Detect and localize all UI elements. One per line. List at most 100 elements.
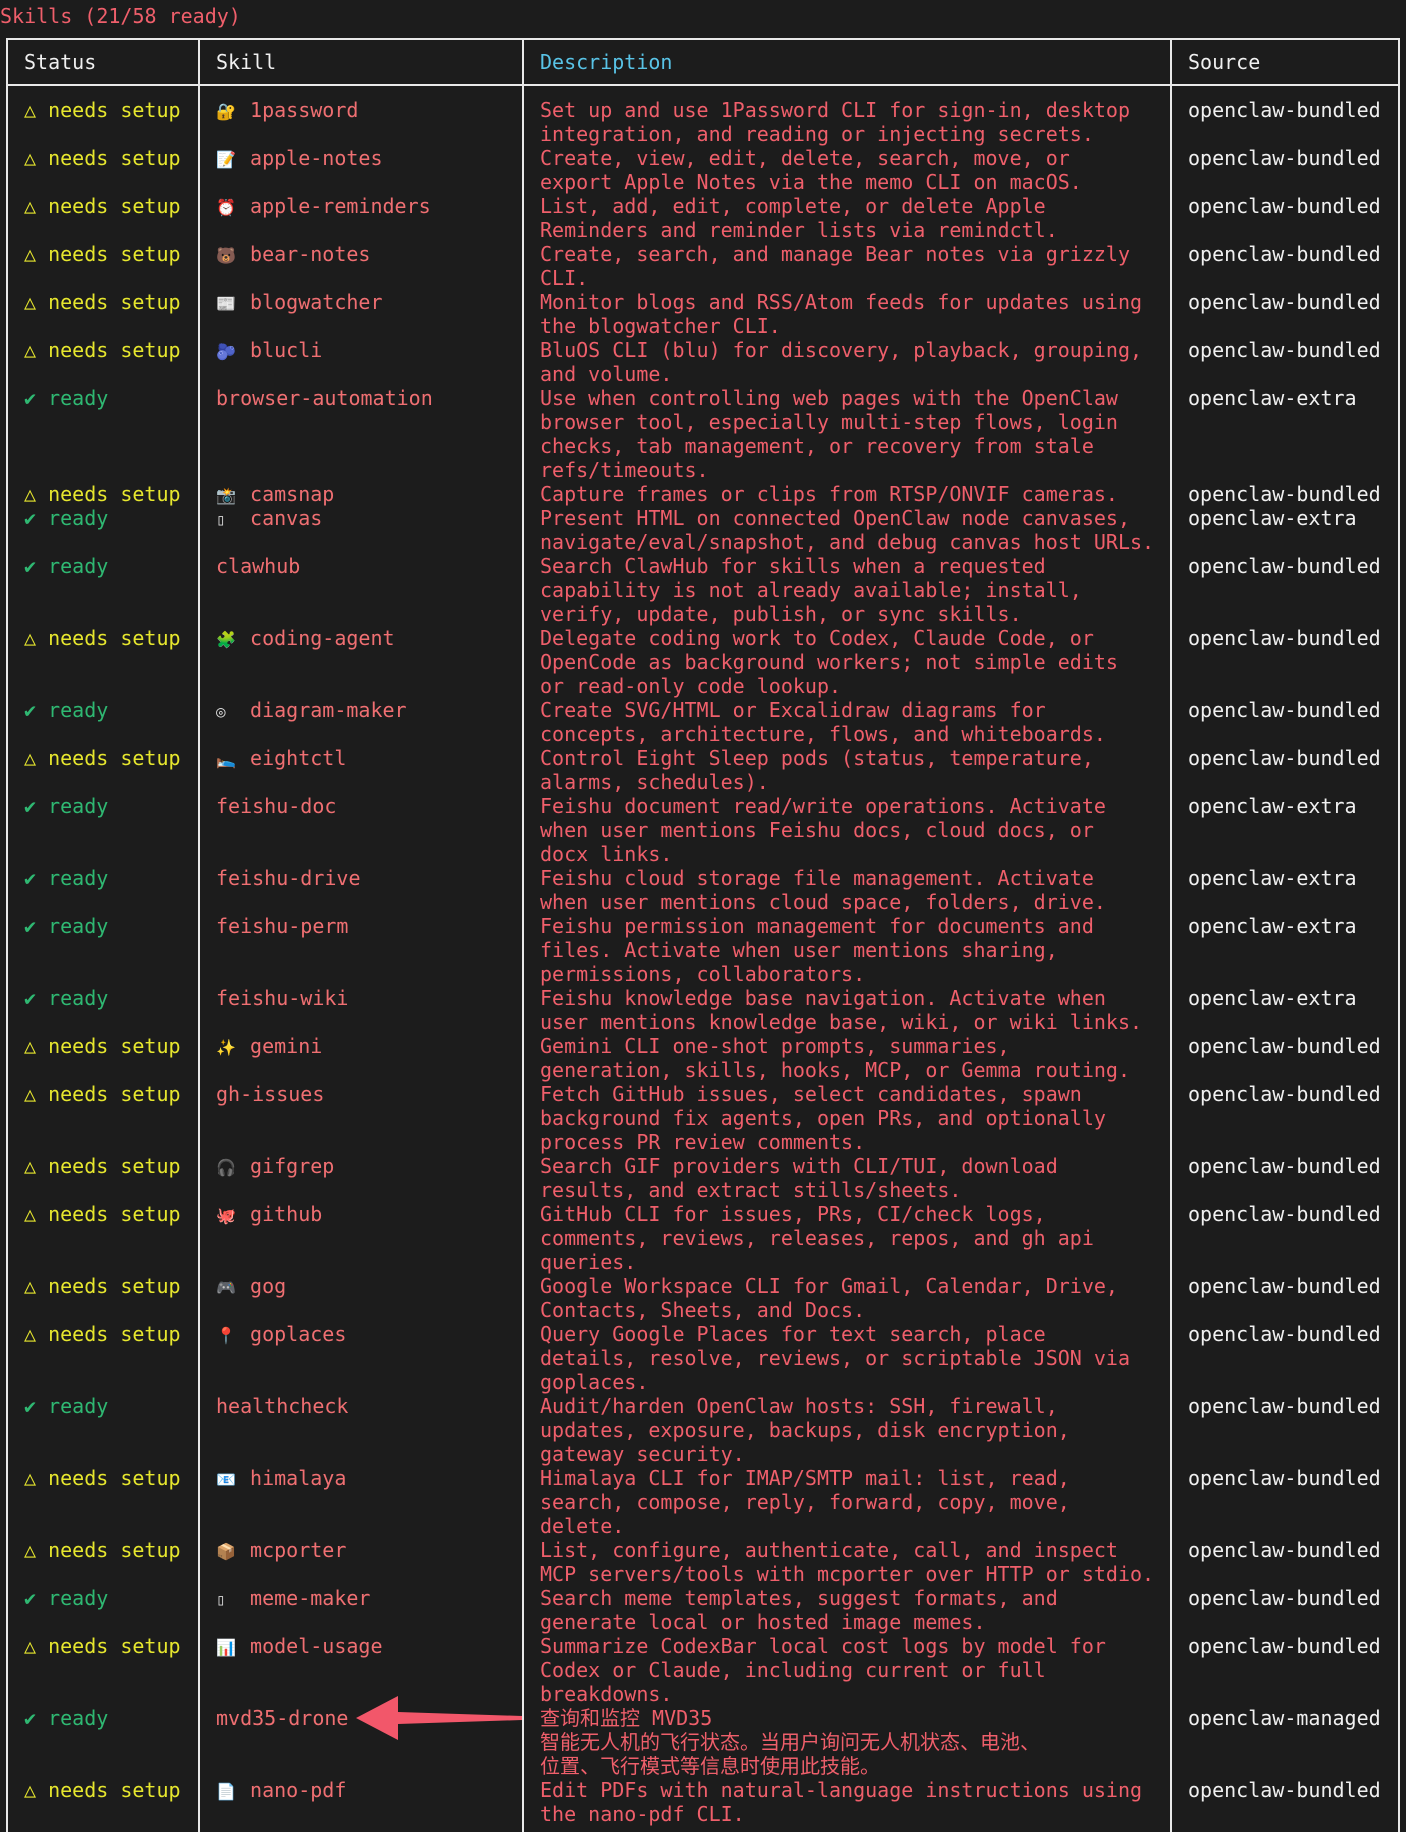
header-status[interactable]: Status [24, 50, 96, 74]
skill-name-cell[interactable]: 📍 goplaces [216, 1322, 346, 1348]
gamepad-icon: 🎮 [216, 1278, 236, 1297]
skill-description: Create, search, and manage Bear notes vi… [540, 242, 1131, 290]
skill-name: feishu-drive [216, 866, 361, 890]
skill-source: openclaw-extra [1188, 986, 1357, 1010]
skill-name-cell[interactable]: 🫐 blucli [216, 338, 322, 364]
skill-name: apple-notes [250, 146, 383, 170]
skill-name: canvas [250, 506, 323, 530]
target-icon: ◎ [216, 702, 226, 721]
col-divider-2 [522, 38, 524, 1832]
skill-source: openclaw-extra [1188, 506, 1357, 530]
skill-source: openclaw-extra [1188, 914, 1357, 938]
document-icon: 📄 [216, 1782, 236, 1801]
status-badge: △ needs setup [24, 146, 181, 170]
skill-name: gemini [250, 1034, 323, 1058]
skill-name-cell[interactable]: gh-issues [216, 1082, 324, 1106]
skill-name: nano-pdf [250, 1778, 347, 1802]
skill-description: BluOS CLI (blu) for discovery, playback,… [540, 338, 1143, 386]
skill-name-cell[interactable]: ⏰ apple-reminders [216, 194, 431, 220]
skill-source: openclaw-bundled [1188, 1586, 1381, 1610]
skill-name: feishu-perm [216, 914, 349, 938]
skill-description: GitHub CLI for issues, PRs, CI/check log… [540, 1202, 1094, 1274]
skill-description: Create SVG/HTML or Excalidraw diagrams f… [540, 698, 1106, 746]
blueberries-icon: 🫐 [216, 342, 236, 361]
status-badge: △ needs setup [24, 1154, 181, 1178]
skill-source: openclaw-bundled [1188, 242, 1381, 266]
skill-name-cell[interactable]: ▯ canvas [216, 506, 322, 532]
col-edge-right [1398, 86, 1400, 1832]
skill-source: openclaw-bundled [1188, 746, 1381, 770]
skill-description: Feishu knowledge base navigation. Activa… [540, 986, 1143, 1034]
skill-name-cell[interactable]: ▯ meme-maker [216, 1586, 370, 1612]
header-source[interactable]: Source [1188, 50, 1260, 74]
alarm-clock-icon: ⏰ [216, 198, 236, 217]
skill-name-cell[interactable]: 📄 nano-pdf [216, 1778, 346, 1804]
skill-name-cell[interactable]: healthcheck [216, 1394, 348, 1418]
skill-name: browser-automation [216, 386, 433, 410]
status-badge: △ needs setup [24, 1778, 181, 1802]
skill-source: openclaw-extra [1188, 794, 1357, 818]
skill-description: Control Eight Sleep pods (status, temper… [540, 746, 1094, 794]
octopus-icon: 🐙 [216, 1206, 236, 1225]
skill-source: openclaw-bundled [1188, 1778, 1381, 1802]
skill-name-cell[interactable]: browser-automation [216, 386, 433, 410]
table-top-border [6, 38, 1400, 40]
skill-name-cell[interactable]: 📝 apple-notes [216, 146, 383, 172]
skill-name-cell[interactable]: 🐻 bear-notes [216, 242, 370, 268]
skill-description: Monitor blogs and RSS/Atom feeds for upd… [540, 290, 1143, 338]
skill-source: openclaw-bundled [1188, 290, 1381, 314]
skill-name-cell[interactable]: 📦 mcporter [216, 1538, 346, 1564]
status-badge: ✔ ready [24, 698, 109, 722]
col-divider-1 [198, 38, 200, 1832]
skill-name-cell[interactable]: 📰 blogwatcher [216, 290, 383, 316]
skill-name-cell[interactable]: 🎮 gog [216, 1274, 286, 1300]
skill-name: blogwatcher [250, 290, 383, 314]
header-skill[interactable]: Skill [216, 50, 276, 74]
skill-name-cell[interactable]: 📧 himalaya [216, 1466, 346, 1492]
skill-name-cell[interactable]: ◎ diagram-maker [216, 698, 407, 724]
skill-description: Fetch GitHub issues, select candidates, … [540, 1082, 1106, 1154]
bear-icon: 🐻 [216, 246, 236, 265]
skill-name-cell[interactable]: 📊 model-usage [216, 1634, 383, 1660]
skill-name: healthcheck [216, 1394, 349, 1418]
skill-name-cell[interactable]: clawhub [216, 554, 300, 578]
skill-name-cell[interactable]: mvd35-drone [216, 1706, 348, 1730]
status-badge: △ needs setup [24, 1634, 181, 1658]
header-description[interactable]: Description [540, 50, 672, 74]
status-badge: △ needs setup [24, 1034, 181, 1058]
table-right-border [1398, 38, 1400, 86]
status-badge: ✔ ready [24, 386, 109, 410]
status-badge: ✔ ready [24, 1586, 109, 1610]
skill-source: openclaw-bundled [1188, 1322, 1381, 1346]
skill-description: Gemini CLI one-shot prompts, summaries, … [540, 1034, 1131, 1082]
skill-description: Feishu document read/write operations. A… [540, 794, 1106, 866]
skill-name-cell[interactable]: 🐙 github [216, 1202, 322, 1228]
skill-name-cell[interactable]: feishu-perm [216, 914, 348, 938]
skill-name-cell[interactable]: 📸 camsnap [216, 482, 334, 508]
skill-source: openclaw-bundled [1188, 1202, 1381, 1226]
skill-source: openclaw-bundled [1188, 194, 1381, 218]
skill-name: mvd35-drone [216, 1706, 349, 1730]
canvas-icon: ▯ [216, 510, 226, 529]
skill-name: blucli [250, 338, 323, 362]
table-left-border [6, 38, 8, 86]
skill-source: openclaw-bundled [1188, 146, 1381, 170]
terminal-window: Skills (21/58 ready) Status Skill Descri… [0, 0, 1406, 1832]
skill-name: camsnap [250, 482, 335, 506]
memo-icon: 📝 [216, 150, 236, 169]
skill-name-cell[interactable]: feishu-wiki [216, 986, 348, 1010]
bed-icon: 🛌 [216, 750, 236, 769]
skill-name-cell[interactable]: ✨ gemini [216, 1034, 322, 1060]
skill-name-cell[interactable]: 🔐 1password [216, 98, 358, 124]
skill-description: Google Workspace CLI for Gmail, Calendar… [540, 1274, 1118, 1322]
skill-name-cell[interactable]: 🎧 gifgrep [216, 1154, 334, 1180]
skill-name: github [250, 1202, 323, 1226]
skill-source: openclaw-bundled [1188, 338, 1381, 362]
envelope-icon: 📧 [216, 1470, 236, 1489]
skill-name-cell[interactable]: 🛌 eightctl [216, 746, 346, 772]
skill-source: openclaw-bundled [1188, 1394, 1381, 1418]
skill-name-cell[interactable]: 🧩 coding-agent [216, 626, 395, 652]
skill-name-cell[interactable]: feishu-doc [216, 794, 336, 818]
status-badge: ✔ ready [24, 1394, 109, 1418]
skill-name-cell[interactable]: feishu-drive [216, 866, 361, 890]
